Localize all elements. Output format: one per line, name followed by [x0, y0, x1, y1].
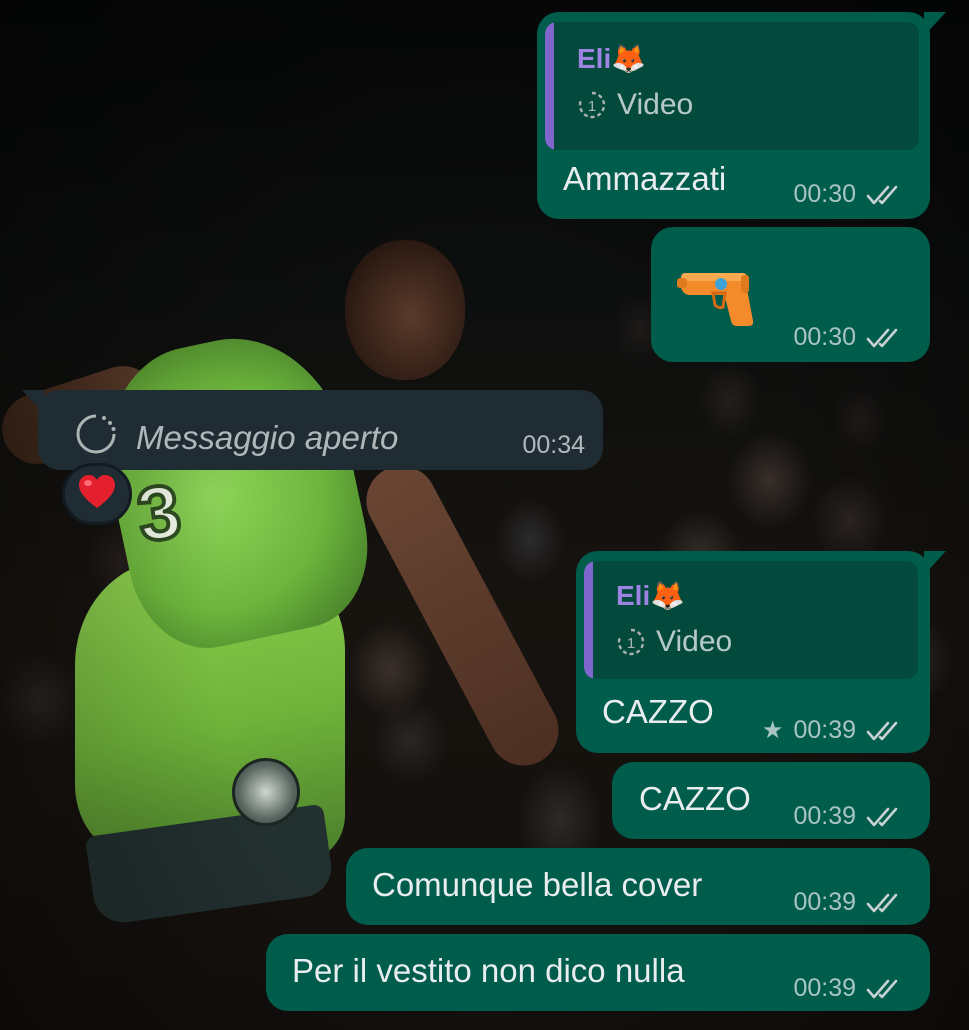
message-text: Ammazzati — [563, 160, 727, 197]
quoted-message[interactable]: Eli🦊 1 Video — [584, 561, 918, 679]
message-bubble-outgoing[interactable]: Comunque bella cover 00:39 — [346, 848, 930, 925]
message-text: CAZZO — [639, 780, 751, 817]
quote-accent-bar — [584, 561, 593, 679]
message-time: 00:39 — [793, 888, 856, 916]
quoted-media-label: Video — [617, 88, 694, 121]
read-ticks-icon — [866, 720, 904, 742]
view-once-opened-icon — [74, 412, 118, 464]
message-time: 00:39 — [793, 974, 856, 1002]
message-meta: 00:39 — [793, 974, 904, 1003]
read-ticks-icon — [866, 184, 904, 206]
message-bubble-outgoing[interactable]: Per il vestito non dico nulla 00:39 — [266, 934, 930, 1011]
message-meta: 00:39 — [793, 802, 904, 831]
quoted-media: 1 Video — [577, 88, 693, 122]
read-ticks-icon — [866, 327, 904, 349]
opened-message-content: Messaggio aperto — [74, 412, 398, 464]
view-once-icon: 1 — [616, 627, 646, 657]
quoted-media-label: Video — [656, 625, 733, 658]
message-time: 00:30 — [793, 180, 856, 208]
message-meta: 00:34 — [522, 431, 585, 460]
read-ticks-icon — [866, 978, 904, 1000]
star-icon: ★ — [761, 717, 784, 744]
read-ticks-icon — [866, 806, 904, 828]
heart-icon — [77, 474, 117, 514]
quoted-author: Eli🦊 — [577, 43, 647, 74]
message-bubble-outgoing[interactable]: Eli🦊 1 Video CAZZO ★ 00:39 — [576, 551, 946, 753]
message-meta: ★ 00:39 — [762, 716, 904, 745]
svg-text:1: 1 — [588, 98, 596, 115]
view-once-icon: 1 — [577, 90, 607, 120]
message-bubble-outgoing[interactable]: Eli🦊 1 Video Ammazzati 00:30 — [537, 12, 946, 219]
quote-accent-bar — [545, 22, 554, 150]
message-time: 00:39 — [793, 802, 856, 830]
message-time: 00:30 — [793, 323, 856, 351]
message-text: CAZZO — [602, 693, 714, 730]
message-time: 00:34 — [522, 431, 585, 459]
message-meta: 00:30 — [793, 323, 904, 352]
message-bubble-incoming[interactable]: Messaggio aperto 00:34 — [22, 390, 603, 470]
message-text: Messaggio aperto — [136, 419, 399, 456]
message-text: Per il vestito non dico nulla — [292, 952, 685, 989]
message-reaction[interactable] — [62, 463, 132, 525]
message-bubble-outgoing[interactable]: CAZZO 00:39 — [612, 762, 930, 839]
quoted-author: Eli🦊 — [616, 580, 686, 611]
message-meta: 00:39 — [793, 888, 904, 917]
water-pistol-icon — [677, 263, 759, 331]
message-bubble-outgoing[interactable]: 00:30 — [651, 227, 930, 362]
quoted-message[interactable]: Eli🦊 1 Video — [545, 22, 919, 150]
svg-text:1: 1 — [627, 635, 635, 652]
message-meta: 00:30 — [793, 180, 904, 209]
read-ticks-icon — [866, 892, 904, 914]
quoted-media: 1 Video — [616, 625, 732, 659]
message-text: Comunque bella cover — [372, 866, 703, 903]
message-time: 00:39 — [793, 716, 856, 744]
chat-view: 3 Eli🦊 1 Video Ammazzati 00:30 — [0, 0, 969, 1030]
